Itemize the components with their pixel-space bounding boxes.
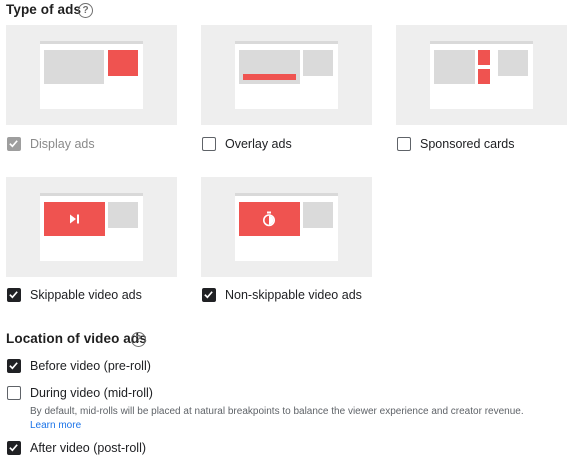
question-mark-circle-icon[interactable]: ? — [78, 3, 93, 18]
postroll-label[interactable]: After video (post-roll) — [30, 441, 146, 455]
preroll-checkbox[interactable] — [7, 359, 21, 373]
sidebar-placeholder — [498, 50, 528, 76]
display-ad-placeholder — [108, 50, 138, 76]
stopwatch-icon — [263, 211, 275, 227]
sidebar-placeholder — [303, 50, 333, 76]
non-skippable-video-ads-label[interactable]: Non-skippable video ads — [225, 288, 362, 302]
sponsored-cards-checkbox[interactable] — [397, 137, 411, 151]
display-ads-preview-card[interactable] — [6, 25, 177, 125]
video-ad-placeholder — [239, 202, 300, 236]
video-placeholder — [434, 50, 475, 84]
skippable-video-ads-preview-card[interactable] — [6, 177, 177, 277]
preroll-label[interactable]: Before video (pre-roll) — [30, 359, 151, 373]
sponsored-cards-label[interactable]: Sponsored cards — [420, 137, 515, 151]
sponsored-card-bottom — [478, 69, 490, 84]
overlay-ads-preview-card[interactable] — [201, 25, 372, 125]
display-ads-label: Display ads — [30, 137, 95, 151]
skip-icon — [70, 214, 79, 224]
postroll-checkbox[interactable] — [7, 441, 21, 455]
overlay-ads-label[interactable]: Overlay ads — [225, 137, 292, 151]
sponsored-cards-screen — [430, 41, 533, 109]
non-skippable-video-ads-checkbox[interactable] — [202, 288, 216, 302]
skippable-video-ads-checkbox[interactable] — [7, 288, 21, 302]
display-ads-checkbox — [7, 137, 21, 151]
overlay-ad-placeholder — [243, 74, 296, 80]
midroll-label[interactable]: During video (mid-roll) — [30, 386, 153, 400]
question-mark-circle-icon[interactable]: ? — [131, 332, 146, 347]
skippable-ads-screen — [40, 193, 143, 261]
video-ad-placeholder — [44, 202, 105, 236]
overlay-ads-checkbox[interactable] — [202, 137, 216, 151]
video-placeholder — [44, 50, 104, 84]
midroll-checkbox[interactable] — [7, 386, 21, 400]
non-skippable-video-ads-preview-card[interactable] — [201, 177, 372, 277]
overlay-ads-screen — [235, 41, 338, 109]
non-skippable-ads-screen — [235, 193, 338, 261]
ad-types-title: Type of ads — [6, 2, 82, 17]
learn-more-link[interactable]: Learn more — [30, 420, 81, 431]
sponsored-card-top — [478, 50, 490, 65]
sidebar-placeholder — [108, 202, 138, 228]
sidebar-placeholder — [303, 202, 333, 228]
display-ads-screen — [40, 41, 143, 109]
video-ad-location-title: Location of video ads — [6, 331, 147, 346]
sponsored-cards-preview-card[interactable] — [396, 25, 567, 125]
midroll-hint-text: By default, mid-rolls will be placed at … — [30, 406, 524, 417]
skippable-video-ads-label[interactable]: Skippable video ads — [30, 288, 142, 302]
